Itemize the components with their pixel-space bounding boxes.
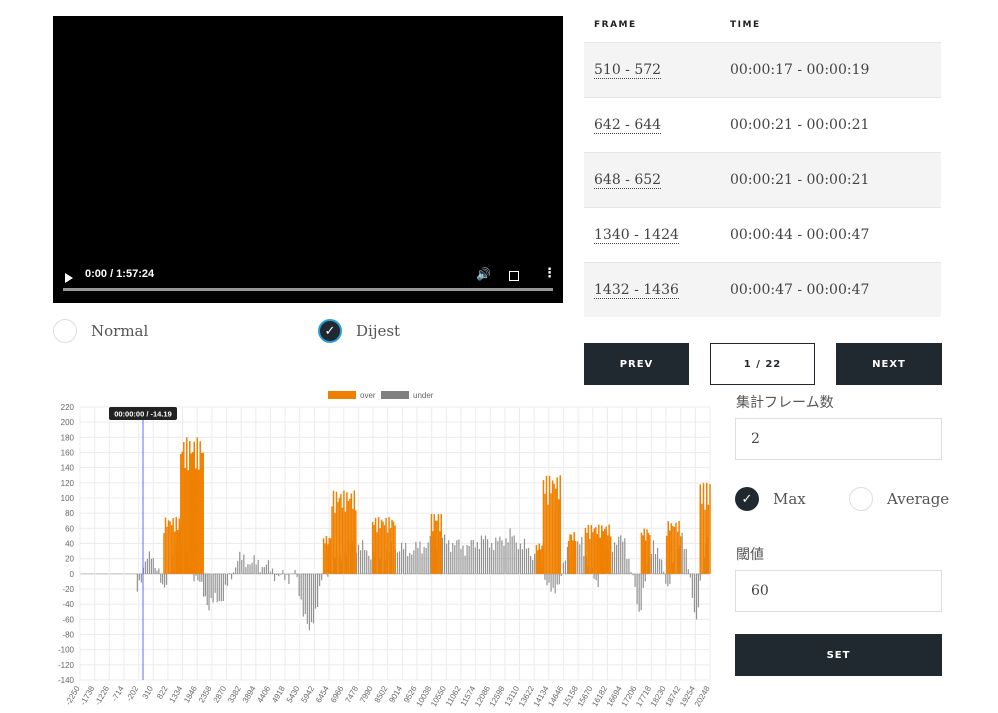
y-tick-label: 100 — [61, 494, 75, 503]
frame-link[interactable]: 1432 - 1436 — [594, 282, 679, 299]
x-tick-label: 2870 — [212, 684, 229, 704]
x-tick-label: 1334 — [168, 684, 185, 704]
time-cell: 00:00:44 - 00:00:47 — [720, 207, 941, 263]
tooltip-text: 00:00:00 / -14.19 — [114, 410, 172, 419]
x-tick-label: 6966 — [329, 684, 346, 704]
y-tick-label: 0 — [70, 570, 75, 579]
x-tick-label: 9014 — [387, 684, 404, 704]
more-options-icon[interactable]: ⋮ — [543, 266, 556, 281]
table-row[interactable]: 1432 - 1436 00:00:47 - 00:00:47 — [584, 262, 941, 317]
x-tick-label: 1846 — [182, 684, 199, 704]
y-tick-label: -120 — [58, 661, 75, 670]
legend-swatch-over — [328, 391, 356, 399]
y-tick-label: -80 — [62, 631, 74, 640]
x-tick-label: 5430 — [285, 684, 302, 704]
page-indicator: 1 / 22 — [710, 343, 815, 385]
y-tick-label: 160 — [61, 449, 75, 458]
average-radio[interactable]: Average — [849, 487, 949, 511]
max-radio[interactable]: ✓ Max — [735, 487, 806, 511]
header-frame: FRAME — [594, 20, 637, 30]
seek-bar[interactable] — [63, 288, 553, 291]
y-tick-label: -140 — [58, 676, 75, 685]
x-tick-label: 7478 — [343, 684, 360, 704]
x-tick-label: 310 — [141, 684, 156, 701]
volume-icon[interactable]: 🔊 — [476, 267, 491, 281]
radio-circle[interactable] — [53, 319, 77, 343]
video-controls: 0:00 / 1:57:24 🔊 ⋮ — [53, 263, 563, 303]
table-row[interactable]: 642 - 644 00:00:21 - 00:00:21 — [584, 97, 941, 153]
mode-dijest-radio[interactable]: ✓ Dijest — [318, 319, 400, 343]
frames-count-label: 集計フレーム数 — [736, 395, 834, 411]
x-tick-label: 3382 — [226, 684, 243, 704]
segments-table: FRAME TIME 510 - 572 00:00:17 - 00:00:19… — [584, 14, 941, 317]
y-tick-label: -40 — [62, 600, 74, 609]
y-tick-label: 140 — [61, 464, 75, 473]
y-tick-label: -100 — [58, 646, 75, 655]
legend-swatch-under — [381, 391, 409, 399]
next-button[interactable]: NEXT — [836, 343, 942, 385]
x-tick-label: -1226 — [93, 684, 111, 707]
table-row[interactable]: 510 - 572 00:00:17 - 00:00:19 — [584, 42, 941, 98]
check-icon[interactable]: ✓ — [318, 319, 342, 343]
x-tick-label: 5942 — [299, 684, 316, 704]
video-time: 0:00 / 1:57:24 — [85, 268, 155, 280]
frame-link[interactable]: 510 - 572 — [594, 62, 662, 79]
frame-link[interactable]: 642 - 644 — [594, 117, 662, 134]
y-tick-label: 60 — [65, 524, 74, 533]
x-tick-label: 2358 — [197, 684, 214, 704]
mode-normal-label: Normal — [91, 322, 149, 340]
threshold-label: 閾値 — [736, 547, 764, 563]
frame-link[interactable]: 648 - 652 — [594, 172, 662, 189]
volume-chart: 220200180160140120100806040200-20-40-60-… — [58, 391, 712, 708]
fullscreen-icon[interactable] — [509, 271, 519, 281]
x-tick-label: 4918 — [270, 684, 287, 704]
check-icon[interactable]: ✓ — [735, 487, 759, 511]
mode-dijest-label: Dijest — [356, 322, 401, 340]
legend-label-under: under — [413, 391, 434, 400]
time-cell: 00:00:17 - 00:00:19 — [720, 42, 941, 98]
y-tick-label: 220 — [61, 403, 75, 412]
play-icon[interactable] — [65, 273, 73, 283]
y-tick-label: -60 — [62, 615, 74, 624]
time-cell: 00:00:47 - 00:00:47 — [720, 262, 941, 317]
mode-normal-radio[interactable]: Normal — [53, 319, 148, 343]
frame-link[interactable]: 1340 - 1424 — [594, 227, 679, 244]
legend-label-over: over — [360, 391, 376, 400]
x-tick-label: 7990 — [358, 684, 375, 704]
x-tick-label: -714 — [110, 684, 126, 703]
radio-circle[interactable] — [849, 487, 873, 511]
y-tick-label: 120 — [61, 479, 75, 488]
max-label: Max — [773, 490, 806, 508]
x-tick-label: 20248 — [693, 684, 712, 708]
x-tick-label: 6454 — [314, 684, 331, 704]
frames-count-input[interactable]: 2 — [735, 418, 942, 460]
set-button[interactable]: SET — [735, 634, 942, 676]
y-tick-label: 180 — [61, 433, 75, 442]
x-tick-label: 3894 — [241, 684, 258, 704]
prev-button[interactable]: PREV — [584, 343, 689, 385]
average-label: Average — [887, 490, 950, 508]
y-tick-label: 80 — [65, 509, 74, 518]
y-tick-label: -20 — [62, 585, 74, 594]
video-player[interactable]: 0:00 / 1:57:24 🔊 ⋮ — [53, 16, 563, 303]
x-tick-label: 8502 — [373, 684, 390, 704]
y-tick-label: 20 — [65, 555, 74, 564]
header-time: TIME — [730, 20, 761, 30]
y-tick-label: 40 — [65, 540, 74, 549]
time-cell: 00:00:21 - 00:00:21 — [720, 152, 941, 208]
x-tick-label: -202 — [125, 684, 141, 703]
table-row[interactable]: 648 - 652 00:00:21 - 00:00:21 — [584, 152, 941, 208]
time-cell: 00:00:21 - 00:00:21 — [720, 97, 941, 153]
y-tick-label: 200 — [61, 418, 75, 427]
table-row[interactable]: 1340 - 1424 00:00:44 - 00:00:47 — [584, 207, 941, 263]
threshold-input[interactable]: 60 — [735, 570, 942, 612]
x-tick-label: 4406 — [256, 684, 273, 704]
